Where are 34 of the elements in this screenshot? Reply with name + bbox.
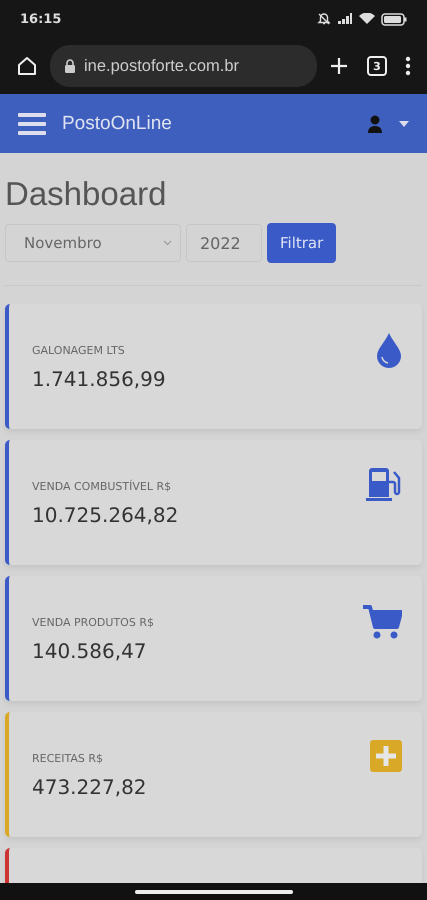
tab-count-button[interactable]: 3 — [367, 56, 387, 76]
card-label: RECEITAS R$ — [32, 752, 104, 765]
mute-icon — [317, 12, 331, 26]
plus-square-icon — [370, 740, 402, 772]
status-time: 16:15 — [20, 12, 62, 26]
plus-icon[interactable] — [329, 56, 349, 76]
fuel-pump-icon — [366, 468, 402, 502]
card-value: 473.227,82 — [32, 775, 147, 799]
menu-icon[interactable] — [405, 56, 411, 76]
filter-button[interactable]: Filtrar — [267, 223, 336, 263]
home-indicator[interactable] — [134, 890, 292, 894]
shopping-cart-icon — [362, 604, 402, 640]
caret-icon[interactable] — [399, 120, 409, 126]
home-icon[interactable] — [16, 55, 38, 77]
battery-icon — [381, 12, 407, 26]
address-bar[interactable]: ine.postoforte.com.br — [50, 45, 317, 87]
card-value: 1.741.856,99 — [32, 367, 166, 391]
user-icon[interactable] — [367, 114, 383, 132]
hamburger-icon[interactable] — [18, 112, 46, 136]
wifi-icon — [359, 13, 375, 25]
card-label: GALONAGEM LTS — [32, 344, 126, 357]
card-label: VENDA PRODUTOS R$ — [32, 616, 154, 629]
app-title[interactable]: PostoOnLine — [62, 112, 172, 134]
month-select[interactable]: Novembro — [5, 224, 181, 262]
card-label: VENDA COMBUSTÍVEL R$ — [32, 480, 172, 493]
page-title: Dashboard — [5, 175, 168, 213]
lock-icon — [64, 59, 76, 73]
card-value: 140.586,47 — [32, 639, 148, 663]
year-field[interactable]: 2022 — [186, 224, 262, 262]
signal-icon — [337, 13, 353, 25]
drop-icon — [376, 332, 402, 368]
url-text: ine.postoforte.com.br — [84, 56, 239, 76]
card-value: 10.725.264,82 — [32, 503, 178, 527]
chevron-icon — [163, 240, 172, 246]
